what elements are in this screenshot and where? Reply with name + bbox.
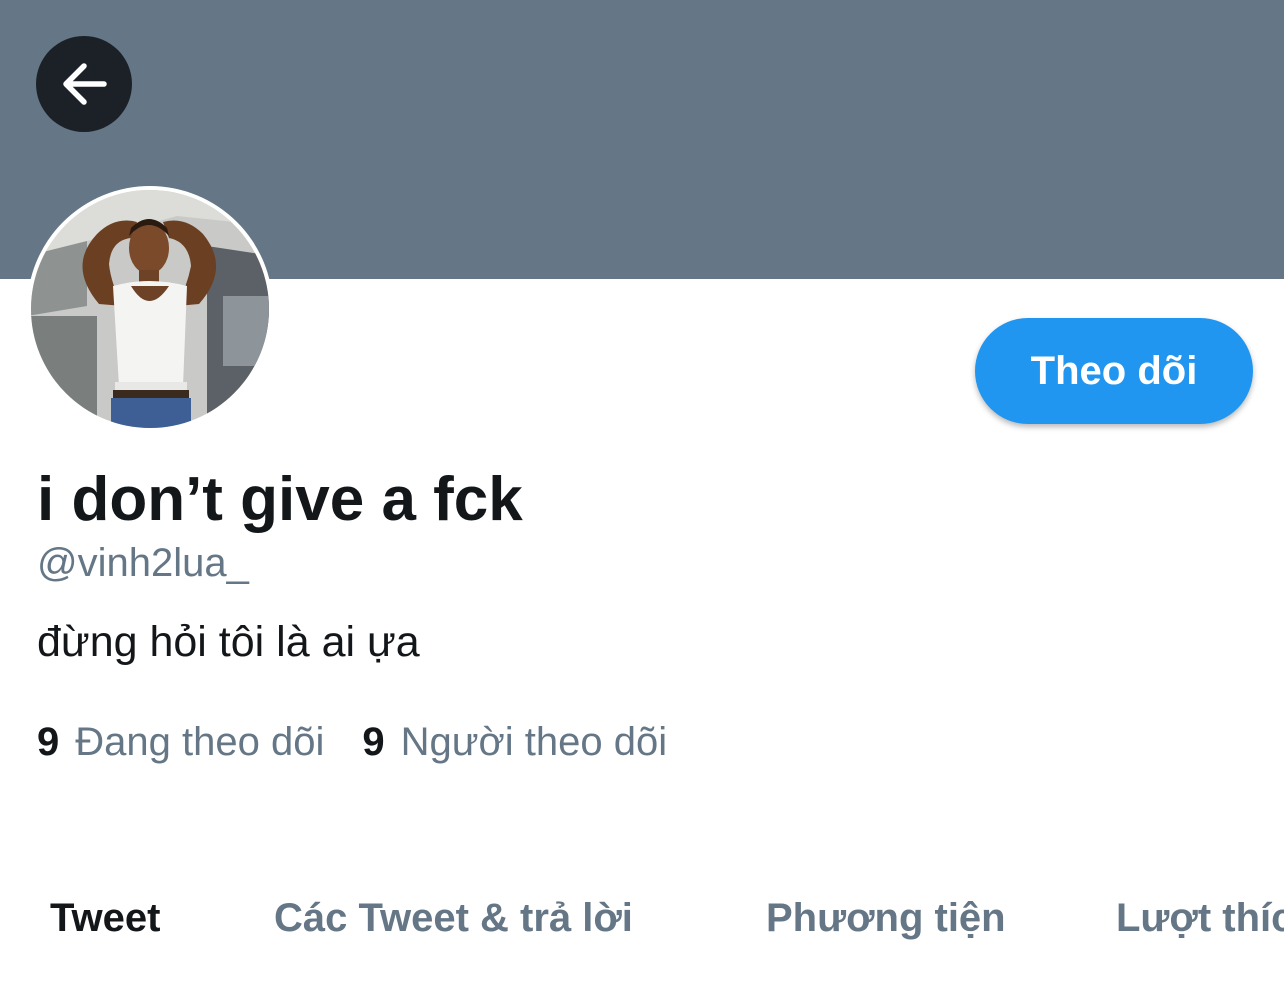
followers-stat[interactable]: 9 Người theo dõi <box>362 716 667 768</box>
tab-media[interactable]: Phương tiện <box>766 888 1006 948</box>
avatar-image <box>31 190 269 428</box>
following-stat[interactable]: 9 Đang theo dõi <box>37 716 324 768</box>
profile-bio: đừng hỏi tôi là ai ựa <box>37 618 420 666</box>
tab-likes[interactable]: Lượt thích <box>1116 888 1284 948</box>
follow-button[interactable]: Theo dõi <box>975 318 1253 424</box>
followers-label: Người theo dõi <box>400 720 668 764</box>
profile-stats: 9 Đang theo dõi 9 Người theo dõi <box>37 716 667 768</box>
arrow-left-icon <box>63 63 107 105</box>
avatar[interactable] <box>27 186 273 432</box>
profile-page: Theo dõi i don’t give a fck @vinh2lua_ đ… <box>0 0 1284 984</box>
following-count: 9 <box>37 720 60 764</box>
following-label: Đang theo dõi <box>75 720 325 764</box>
followers-count: 9 <box>362 720 385 764</box>
profile-tabs: Tweet Các Tweet & trả lời Phương tiện Lư… <box>0 888 1284 948</box>
tab-tweets[interactable]: Tweet <box>50 888 160 948</box>
tab-tweets-and-replies[interactable]: Các Tweet & trả lời <box>274 888 633 948</box>
user-handle: @vinh2lua_ <box>37 541 249 585</box>
back-button[interactable] <box>36 36 132 132</box>
display-name: i don’t give a fck <box>37 465 523 534</box>
